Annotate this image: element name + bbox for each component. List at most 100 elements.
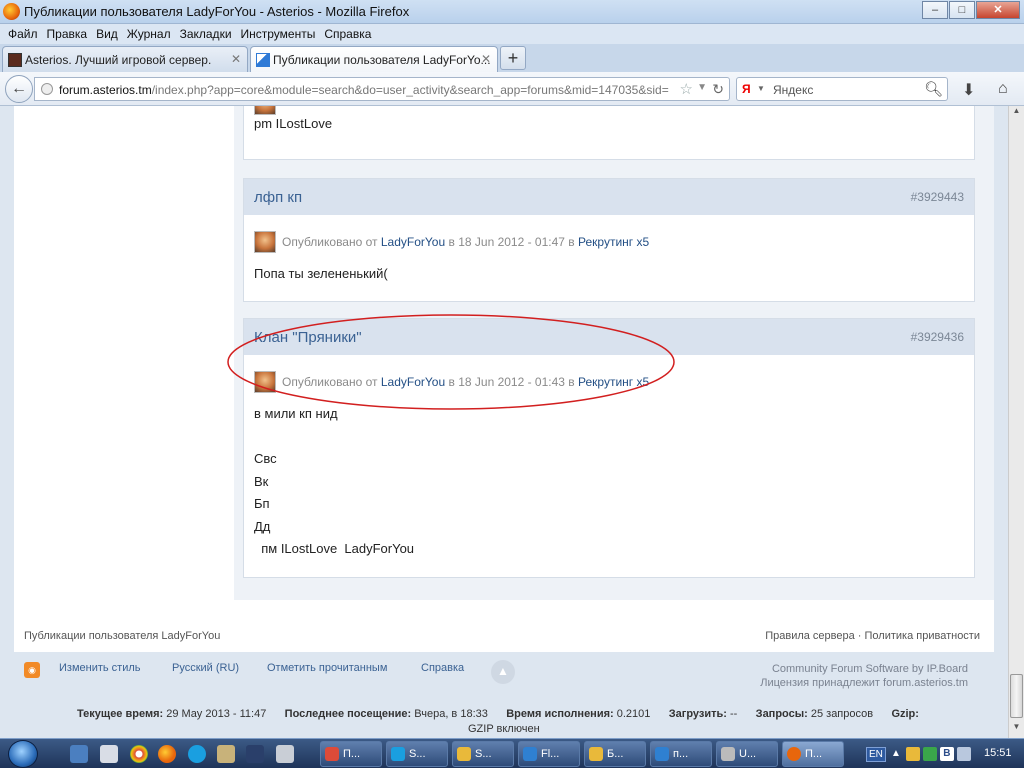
post-title-link[interactable]: лфп кп [254, 189, 302, 206]
close-window-button[interactable]: ✕ [976, 1, 1020, 19]
task-button[interactable]: п... [650, 741, 712, 767]
document-icon[interactable] [100, 745, 118, 763]
task-label: Б... [607, 748, 624, 760]
rules-privacy-links[interactable]: Правила сервера · Политика приватности [765, 630, 980, 642]
url-dropdown-icon[interactable]: ▼ [697, 82, 707, 93]
url-text[interactable]: forum.asterios.tm/index.php?app=core&mod… [59, 83, 669, 97]
new-tab-button[interactable]: + [500, 46, 526, 70]
exec-time-label: Время исполнения: [506, 708, 614, 720]
scroll-down-icon[interactable]: ▼ [1009, 722, 1024, 738]
monitor-icon[interactable] [246, 745, 264, 763]
url-host: forum.asterios.tm [59, 83, 152, 97]
menu-tools[interactable]: Инструменты [239, 24, 323, 44]
menu-bookmarks[interactable]: Закладки [178, 24, 239, 44]
ipb-credit[interactable]: Community Forum Software by IP.Board [760, 662, 968, 676]
scrollbar-thumb[interactable] [1010, 674, 1023, 718]
task-label: п... [673, 748, 689, 760]
meta-date: в 18 Jun 2012 - 01:47 в [448, 235, 575, 249]
url-bar[interactable]: forum.asterios.tm/index.php?app=core&mod… [34, 77, 730, 101]
mark-read-link[interactable]: Отметить прочитанным [267, 662, 387, 674]
vertical-scrollbar[interactable]: ▲ ▼ [1008, 106, 1024, 738]
task-button[interactable]: U... [716, 741, 778, 767]
license-credit: Лицензия принадлежит forum.asterios.tm [760, 677, 968, 689]
document-task-icon [523, 747, 537, 761]
reload-icon[interactable]: ↻ [712, 81, 724, 98]
bottom-links: ◉ Изменить стиль Русский (RU) Отметить п… [0, 652, 1010, 696]
minimize-button[interactable]: – [922, 1, 948, 19]
post-id-link[interactable]: #3929443 [911, 190, 964, 204]
task-button[interactable]: П... [320, 741, 382, 767]
avatar[interactable] [254, 231, 276, 253]
menu-edit[interactable]: Правка [45, 24, 95, 44]
search-bar[interactable]: Я ▼ Яндекс 🔍︎ [736, 77, 948, 101]
skype-icon[interactable] [188, 745, 206, 763]
firefox-icon [3, 3, 20, 20]
search-icon[interactable]: 🔍︎ [924, 80, 943, 98]
footer-bar: Публикации пользователя LadyForYou Прави… [14, 622, 994, 652]
task-button[interactable]: П... [782, 741, 844, 767]
shield-icon[interactable] [922, 747, 937, 761]
window-title: Публикации пользователя LadyForYou - Ast… [24, 4, 410, 19]
tab-label: Asterios. Лучший игровой сервер. [25, 53, 212, 67]
back-to-top-icon[interactable]: ▲ [491, 660, 515, 684]
download-icon[interactable]: ⬇ [962, 80, 975, 100]
maximize-button[interactable]: □ [949, 1, 975, 19]
menu-file[interactable]: Файл [6, 24, 45, 44]
language-link[interactable]: Русский (RU) [172, 662, 239, 674]
home-icon[interactable]: ⌂ [998, 80, 1008, 98]
navigation-bar: ← forum.asterios.tm/index.php?app=core&m… [0, 72, 1024, 106]
tab-close-icon[interactable]: ✕ [231, 52, 241, 66]
task-button[interactable]: Fl... [518, 741, 580, 767]
chrome-icon[interactable] [130, 745, 148, 763]
menu-history[interactable]: Журнал [125, 24, 178, 44]
forum-link[interactable]: Рекрутинг x5 [578, 235, 649, 249]
language-indicator[interactable]: EN [866, 746, 886, 762]
post-body: в мили кп нид Свс Вк Бп Дд пм ILostLove … [254, 406, 415, 556]
task-button[interactable]: S... [452, 741, 514, 767]
folder-tray-icon[interactable] [905, 747, 920, 761]
tab-asterios[interactable]: Asterios. Лучший игровой сервер. ✕ [2, 46, 248, 72]
task-button[interactable]: S... [386, 741, 448, 767]
search-input[interactable]: Яндекс [773, 83, 813, 97]
help-link[interactable]: Справка [421, 662, 464, 674]
bookmark-star-icon[interactable]: ☆ [680, 80, 693, 98]
tab-close-icon[interactable]: ✕ [481, 52, 491, 66]
clock[interactable]: 15:51 [984, 747, 1012, 759]
network-icon[interactable] [956, 747, 971, 761]
post-id-link[interactable]: #3929436 [911, 330, 964, 344]
breadcrumb[interactable]: Публикации пользователя LadyForYou [24, 630, 220, 642]
start-button[interactable] [8, 740, 38, 768]
scroll-up-icon[interactable]: ▲ [1009, 106, 1024, 122]
folder-task-icon [457, 747, 471, 761]
current-time-label: Текущее время: [77, 708, 164, 720]
author-link[interactable]: LadyForYou [381, 235, 445, 249]
system-tray: EN ▲ B [866, 741, 971, 767]
firefox-task-icon [787, 747, 801, 761]
skype-task-icon [391, 747, 405, 761]
tab-user-publications[interactable]: Публикации пользователя LadyForYo... ✕ [250, 46, 498, 72]
exec-time-value: 0.2101 [616, 708, 651, 720]
forum-main: pm ILostLove лфп кп #3929443 Опубликован… [14, 106, 994, 652]
drive-icon[interactable] [276, 745, 294, 763]
menu-bar: Файл Правка Вид Журнал Закладки Инструме… [0, 24, 1024, 44]
document-task-icon [655, 747, 669, 761]
task-button[interactable]: Б... [584, 741, 646, 767]
yandex-icon[interactable]: Я [742, 82, 751, 96]
menu-help[interactable]: Справка [322, 24, 378, 44]
explorer-icon[interactable] [70, 745, 88, 763]
chrome-task-icon [325, 747, 339, 761]
left-sidebar [14, 106, 234, 652]
rss-icon[interactable]: ◉ [24, 662, 40, 678]
b-tray-icon[interactable]: B [939, 747, 954, 761]
firefox-icon[interactable] [158, 745, 176, 763]
back-arrow-icon[interactable]: ← [5, 75, 33, 103]
change-style-link[interactable]: Изменить стиль [59, 662, 141, 674]
menu-view[interactable]: Вид [94, 24, 125, 44]
drive-task-icon [721, 747, 735, 761]
game-icon[interactable] [217, 745, 235, 763]
search-engine-dropdown-icon[interactable]: ▼ [757, 84, 765, 93]
load-label: Загрузить: [668, 708, 727, 720]
annotation-ellipse [227, 314, 675, 410]
task-label: U... [739, 748, 757, 760]
show-hidden-icons-icon[interactable]: ▲ [889, 747, 903, 761]
